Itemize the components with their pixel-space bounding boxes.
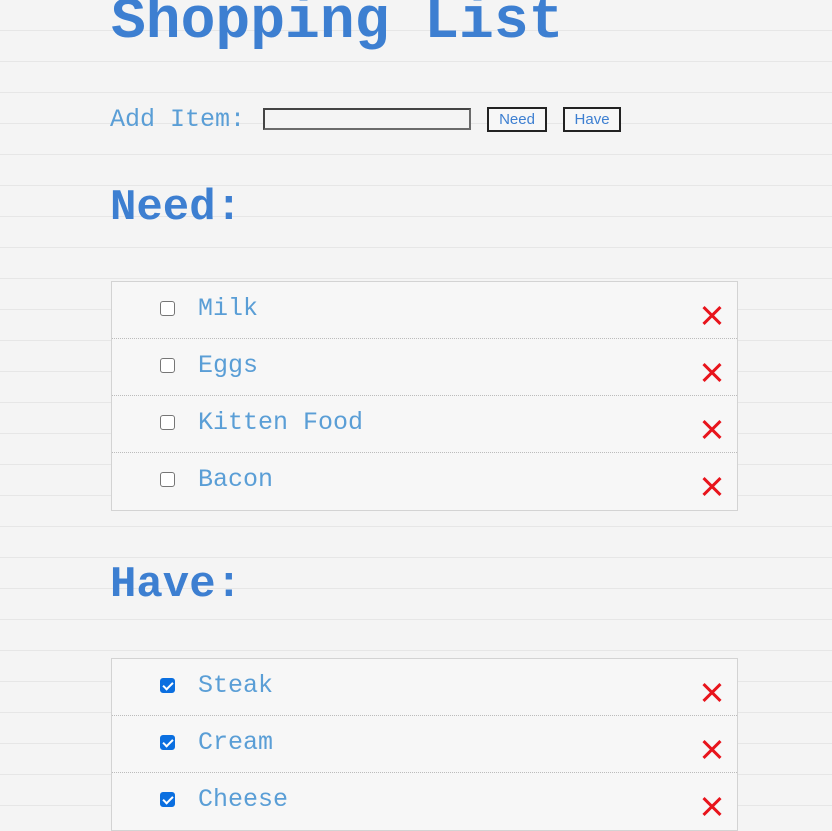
item-checkbox[interactable] (160, 415, 175, 430)
list-item: Kitten Food (112, 396, 737, 453)
add-item-label: Add Item: (110, 104, 246, 134)
list-item: Cheese (112, 773, 737, 830)
list-item: Cream (112, 716, 737, 773)
close-icon[interactable] (702, 420, 722, 440)
close-icon[interactable] (702, 306, 722, 326)
have-list: Steak Cream Cheese (111, 658, 738, 831)
page-title: Shopping List (111, 0, 564, 55)
item-checkbox[interactable] (160, 358, 175, 373)
item-checkbox[interactable] (160, 735, 175, 750)
item-checkbox[interactable] (160, 678, 175, 693)
item-label: Milk (198, 294, 259, 323)
add-item-form: Add Item: Need Have (110, 104, 622, 134)
add-item-input[interactable] (263, 108, 472, 130)
item-label: Eggs (198, 351, 259, 380)
close-icon[interactable] (702, 683, 722, 703)
need-heading: Need: (110, 183, 243, 233)
have-button[interactable]: Have (563, 106, 622, 132)
need-list: Milk Eggs Kitten Food Bacon (111, 281, 738, 511)
item-label: Bacon (198, 465, 274, 494)
have-heading: Have: (110, 560, 243, 610)
close-icon[interactable] (702, 363, 722, 383)
item-label: Steak (198, 671, 274, 700)
need-button[interactable]: Need (487, 106, 548, 132)
item-label: Cheese (198, 785, 289, 814)
close-icon[interactable] (702, 797, 722, 817)
list-item: Steak (112, 659, 737, 716)
close-icon[interactable] (702, 477, 722, 497)
list-item: Bacon (112, 453, 737, 510)
item-label: Cream (198, 728, 274, 757)
item-checkbox[interactable] (160, 301, 175, 316)
item-checkbox[interactable] (160, 792, 175, 807)
list-item: Milk (112, 282, 737, 339)
close-icon[interactable] (702, 740, 722, 760)
item-label: Kitten Food (198, 408, 364, 437)
list-item: Eggs (112, 339, 737, 396)
item-checkbox[interactable] (160, 472, 175, 487)
